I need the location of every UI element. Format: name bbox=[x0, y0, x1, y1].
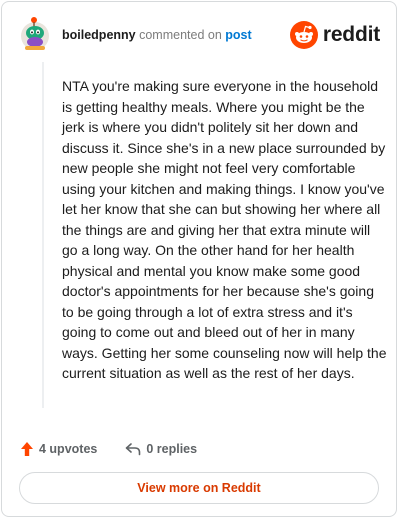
upvote-arrow-icon bbox=[21, 442, 33, 456]
comment-embed-card: boiledpenny commented on post reddit NTA… bbox=[1, 1, 397, 517]
reddit-logo-icon bbox=[289, 21, 318, 49]
view-more-button[interactable]: View more on Reddit bbox=[19, 472, 379, 504]
comment-actions: 4 upvotes 0 replies bbox=[20, 439, 197, 459]
reply-count: 0 replies bbox=[146, 442, 198, 456]
comment-body: NTA you're making sure everyone in the h… bbox=[62, 78, 387, 381]
comment-header: boiledpenny commented on post reddit bbox=[20, 16, 382, 56]
reply-button[interactable]: 0 replies bbox=[125, 442, 197, 456]
comment-byline: boiledpenny commented on post bbox=[62, 28, 252, 42]
reddit-brand-link[interactable]: reddit bbox=[289, 20, 380, 50]
reply-arrow-icon bbox=[126, 443, 141, 456]
username-link[interactable]: boiledpenny bbox=[62, 28, 136, 42]
upvote-button[interactable]: 4 upvotes bbox=[20, 441, 97, 457]
comment-content: NTA you're making sure everyone in the h… bbox=[42, 62, 387, 408]
upvote-count: 4 upvotes bbox=[39, 442, 98, 456]
post-link[interactable]: post bbox=[225, 28, 251, 42]
user-avatar[interactable] bbox=[20, 16, 50, 54]
reddit-wordmark: reddit bbox=[322, 23, 380, 46]
byline-action-text: commented on bbox=[139, 28, 222, 42]
